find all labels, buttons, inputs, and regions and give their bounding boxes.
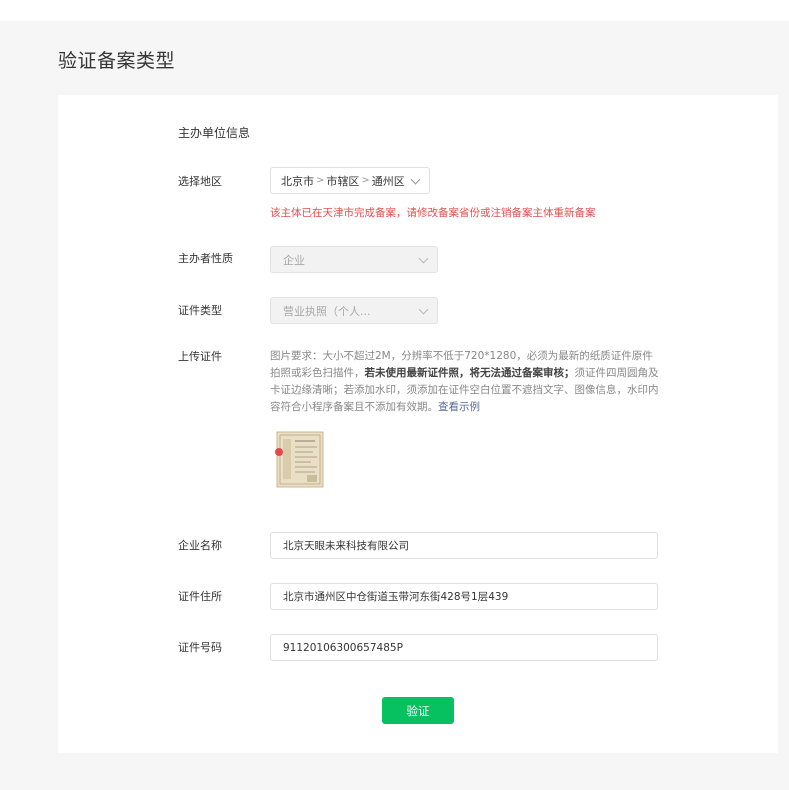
uploaded-license-thumbnail[interactable] <box>275 429 325 489</box>
org-type-value: 企业 <box>283 253 305 267</box>
upload-label: 上传证件 <box>178 350 222 363</box>
view-example-link[interactable]: 查看示例 <box>438 401 480 413</box>
address-label: 证件住所 <box>178 590 222 603</box>
company-name-input[interactable] <box>270 532 658 559</box>
region-label: 选择地区 <box>178 175 222 188</box>
region-city: 市辖区 <box>326 174 360 188</box>
region-district: 通州区 <box>371 174 405 188</box>
verify-button[interactable]: 验证 <box>382 697 454 724</box>
chevron-down-icon <box>418 253 429 264</box>
region-province: 北京市 <box>281 174 314 188</box>
org-type-label: 主办者性质 <box>178 252 233 265</box>
page-title: 验证备案类型 <box>58 50 176 72</box>
address-input[interactable] <box>270 583 658 610</box>
cert-number-label: 证件号码 <box>178 641 222 654</box>
cert-number-input[interactable] <box>270 634 658 661</box>
cert-type-label: 证件类型 <box>178 304 222 317</box>
region-error-message: 该主体已在天津市完成备案，请修改备案省份或注销备案主体重新备案 <box>270 207 596 219</box>
org-type-select[interactable]: 企业 <box>270 246 438 273</box>
cert-type-select[interactable]: 营业执照（个人... <box>270 297 438 324</box>
chevron-down-icon <box>418 304 429 315</box>
upload-desc-warning: 若未使用最新证件照，将无法通过备案审核； <box>364 367 575 379</box>
license-image <box>275 429 325 489</box>
company-name-label: 企业名称 <box>178 539 222 552</box>
form-card: 主办单位信息 选择地区 北京市 > 市辖区 > 通州区 该主体已在天津市完成备案… <box>58 95 778 753</box>
section-title: 主办单位信息 <box>178 126 251 140</box>
upload-requirements: 图片要求：大小不超过2M，分辨率不低于720*1280，必须为最新的纸质证件原件… <box>270 348 662 416</box>
chevron-down-icon <box>410 174 421 185</box>
region-separator: > <box>361 175 370 186</box>
region-select[interactable]: 北京市 > 市辖区 > 通州区 <box>270 167 430 194</box>
cert-type-value: 营业执照（个人... <box>283 304 371 318</box>
region-separator: > <box>316 175 325 186</box>
